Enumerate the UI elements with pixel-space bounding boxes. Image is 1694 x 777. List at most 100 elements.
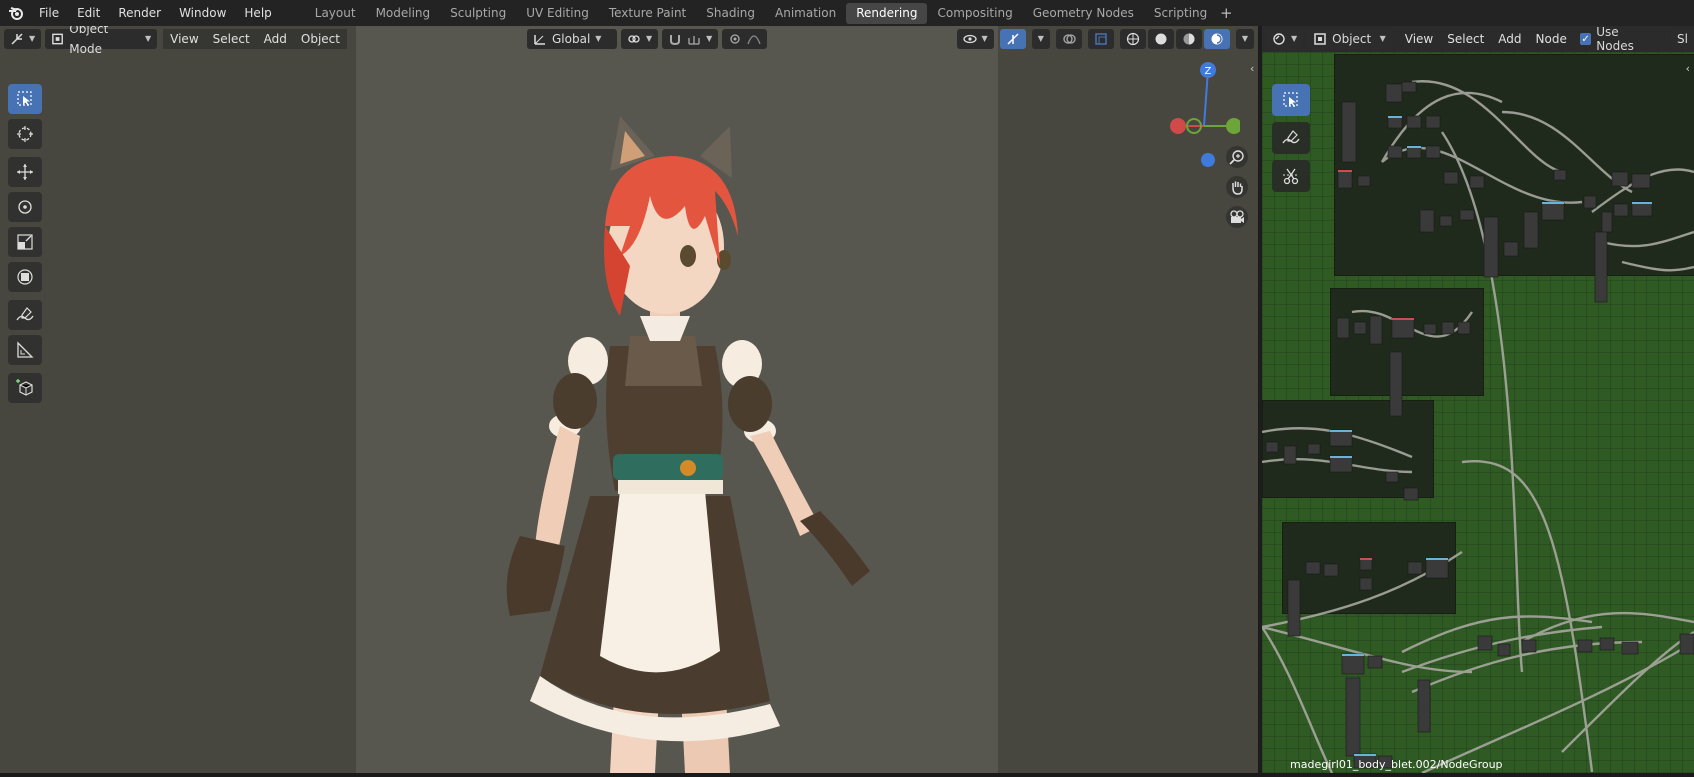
3d-viewport[interactable]: ▼ Object Mode ▼ View Select Add Object G… (0, 26, 1259, 773)
tab-animation[interactable]: Animation (765, 3, 846, 24)
rendered-icon (1211, 33, 1223, 45)
shading-rendered[interactable] (1203, 29, 1230, 49)
gizmo-dropdown[interactable]: ▼ (1031, 29, 1050, 49)
add-workspace-button[interactable]: + (1217, 4, 1235, 22)
select-box-icon (1283, 92, 1298, 107)
rotate-icon (18, 200, 32, 214)
object-mode-dropdown[interactable]: Object Mode ▼ (45, 26, 158, 56)
tab-sculpting[interactable]: Sculpting (440, 3, 516, 24)
camera-icon (1230, 210, 1244, 223)
viewport-menu-object[interactable]: Object (293, 29, 347, 49)
node-select-tool[interactable] (1272, 84, 1310, 116)
menu-window[interactable]: Window (170, 2, 235, 24)
xray-toggle[interactable] (1087, 29, 1114, 49)
select-box-tool[interactable] (8, 84, 42, 114)
editor-type-button[interactable]: ▼ (4, 29, 42, 49)
viewport-menu-select[interactable]: Select (205, 29, 257, 49)
move-tool[interactable] (8, 157, 42, 187)
character-model (506, 116, 870, 773)
hand-icon (1232, 181, 1243, 195)
snap-dropdown[interactable]: ▼ (662, 29, 719, 49)
shading-wireframe[interactable] (1119, 29, 1146, 49)
tab-uv-editing[interactable]: UV Editing (516, 3, 599, 24)
tab-layout[interactable]: Layout (305, 3, 366, 24)
menu-render[interactable]: Render (109, 2, 170, 24)
shading-material[interactable] (1175, 29, 1202, 49)
tab-rendering[interactable]: Rendering (846, 2, 928, 24)
proportional-editing-button[interactable] (722, 29, 768, 49)
zoom-button[interactable] (1226, 146, 1248, 168)
node-menu-view[interactable]: View (1398, 29, 1440, 49)
tab-compositing[interactable]: Compositing (927, 3, 1022, 24)
shading-solid[interactable] (1147, 29, 1174, 49)
chevron-down-icon: ▼ (1241, 34, 1248, 43)
object-mode-icon (52, 33, 64, 45)
editor-type-icon (11, 33, 23, 45)
node-tool-shelf (1272, 84, 1310, 198)
viewport-menu-view[interactable]: View (163, 29, 206, 49)
node-annotate-tool[interactable] (1272, 122, 1310, 154)
move-icon (17, 164, 33, 180)
tab-geometry-nodes[interactable]: Geometry Nodes (1023, 3, 1144, 24)
menu-file[interactable]: File (30, 2, 68, 24)
cursor-tool[interactable] (8, 119, 42, 149)
xray-icon (1095, 33, 1107, 45)
node-network (1262, 80, 1694, 773)
node-menu-select[interactable]: Select (1440, 29, 1491, 49)
camera-view-button[interactable] (1226, 206, 1248, 228)
annotate-pen-icon (1282, 130, 1300, 144)
viewport-sidebar-toggle-icon[interactable]: ‹ (1250, 62, 1254, 75)
shading-dropdown[interactable]: ▼ (1235, 29, 1254, 49)
annotate-tool[interactable] (8, 300, 42, 330)
measure-tool[interactable] (8, 335, 42, 365)
transform-orientation-label: Global (552, 32, 591, 46)
pan-button[interactable] (1226, 176, 1248, 198)
add-cube-tool[interactable] (8, 373, 42, 403)
node-editor[interactable]: ▼ Object ▼ View Select Add Node ✓ Use No… (1262, 26, 1694, 773)
shader-type-dropdown[interactable]: Object ▼ (1307, 29, 1392, 49)
add-cube-icon (16, 379, 33, 396)
tab-scripting[interactable]: Scripting (1144, 3, 1217, 24)
node-editor-header: ▼ Object ▼ View Select Add Node ✓ Use No… (1262, 26, 1694, 53)
falloff-icon (747, 35, 761, 45)
node-menu-node[interactable]: Node (1529, 29, 1574, 49)
use-nodes-toggle[interactable]: ✓ Use Nodes (1579, 26, 1657, 53)
menu-help[interactable]: Help (235, 2, 280, 24)
node-editor-type-button[interactable]: ▼ (1266, 29, 1304, 49)
node-menu-add[interactable]: Add (1491, 29, 1528, 49)
overlay-toggle[interactable] (1055, 29, 1082, 49)
measure-icon (17, 341, 34, 358)
object-type-icon (1314, 33, 1326, 45)
shader-type-label: Object (1332, 32, 1372, 46)
sidebar-toggle-icon[interactable]: ‹ (1686, 62, 1690, 75)
rotate-tool[interactable] (8, 192, 42, 222)
chevron-down-icon: ▼ (706, 34, 713, 43)
viewport-menu-add[interactable]: Add (256, 29, 294, 49)
pivot-point-dropdown[interactable]: ▼ (621, 29, 659, 49)
transform-orientation-dropdown[interactable]: Global ▼ (527, 29, 617, 49)
slot-dropdown[interactable]: Sl (1671, 29, 1694, 49)
gizmo-z-label: Z (1205, 66, 1212, 77)
chevron-down-icon: ▼ (1037, 34, 1044, 43)
snap-icon (670, 35, 681, 46)
zoom-icon (1229, 150, 1244, 165)
annotate-icon (16, 307, 34, 321)
use-nodes-checkbox[interactable]: ✓ (1579, 33, 1592, 45)
blender-logo[interactable] (8, 5, 24, 21)
cursor-icon (17, 126, 33, 142)
visibility-dropdown[interactable]: ▼ (956, 29, 994, 49)
tab-modeling[interactable]: Modeling (366, 3, 441, 24)
select-box-icon (17, 91, 32, 106)
chevron-down-icon: ▼ (981, 34, 988, 43)
tab-texture-paint[interactable]: Texture Paint (599, 3, 696, 24)
transform-orientation-icon (534, 35, 545, 45)
use-nodes-label: Use Nodes (1596, 26, 1634, 53)
menu-edit[interactable]: Edit (68, 2, 109, 24)
node-editor-type-icon (1273, 33, 1285, 45)
scale-tool[interactable] (8, 227, 42, 257)
cut-links-tool[interactable] (1272, 160, 1310, 192)
tab-shading[interactable]: Shading (696, 3, 765, 24)
transform-tool[interactable] (8, 262, 42, 292)
gizmo-toggle[interactable] (999, 29, 1026, 49)
top-menu-bar: File Edit Render Window Help Layout Mode… (0, 0, 1694, 26)
